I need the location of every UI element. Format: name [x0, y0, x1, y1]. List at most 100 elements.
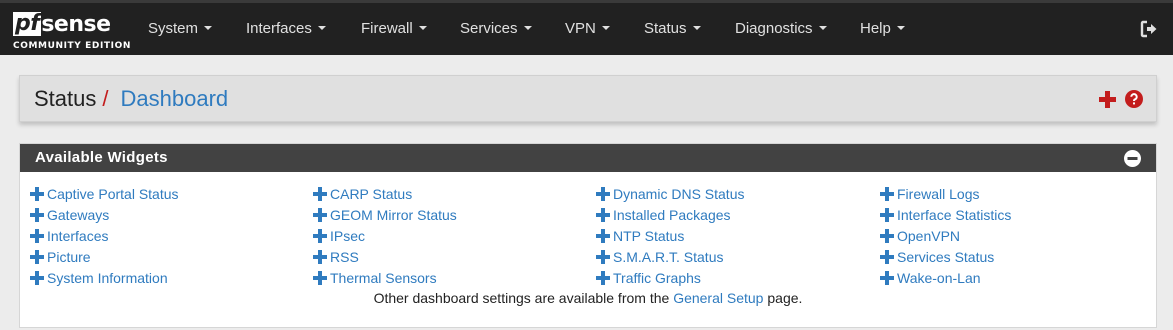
widget-link-thermal-sensors[interactable]: Thermal Sensors — [313, 268, 457, 289]
logo-subtitle: COMMUNITY EDITION — [13, 41, 131, 51]
plus-icon — [880, 271, 894, 285]
widget-label: NTP Status — [613, 228, 685, 244]
nav-label: Status — [644, 20, 687, 37]
nav-diagnostics-menu[interactable]: Diagnostics — [735, 20, 827, 37]
widget-link-openvpn[interactable]: OpenVPN — [880, 226, 1011, 247]
widget-link-gateways[interactable]: Gateways — [30, 205, 179, 226]
widget-label: Interface Statistics — [897, 207, 1012, 223]
caret-down-icon — [896, 26, 905, 30]
plus-icon — [880, 250, 894, 264]
nav-label: Interfaces — [246, 20, 312, 37]
widget-label: Gateways — [47, 207, 110, 223]
widget-link-system-information[interactable]: System Information — [30, 268, 179, 289]
question-circle-icon[interactable] — [1125, 90, 1143, 108]
nav-status-menu[interactable]: Status — [644, 20, 701, 37]
widget-link-firewall-logs[interactable]: Firewall Logs — [880, 184, 1011, 205]
sign-out-icon[interactable] — [1140, 20, 1158, 38]
breadcrumb-panel: Status / Dashboard — [19, 75, 1157, 122]
breadcrumb-current-link[interactable]: Dashboard — [121, 86, 229, 111]
widget-label: Firewall Logs — [897, 186, 980, 202]
caret-down-icon — [692, 26, 701, 30]
nav-label: Help — [860, 20, 891, 37]
plus-icon — [596, 229, 610, 243]
note-text-before: Other dashboard settings are available f… — [373, 290, 670, 306]
breadcrumb: Status / Dashboard — [34, 86, 228, 112]
caret-down-icon — [523, 26, 532, 30]
plus-icon — [30, 271, 44, 285]
nav-interfaces-menu[interactable]: Interfaces — [246, 20, 326, 37]
widget-label: RSS — [330, 249, 359, 265]
widget-link-picture[interactable]: Picture — [30, 247, 179, 268]
nav-label: VPN — [565, 20, 596, 37]
widget-label: Wake-on-Lan — [897, 270, 981, 286]
logo-sense: sense — [41, 12, 111, 37]
plus-icon — [313, 208, 327, 222]
plus-icon — [880, 208, 894, 222]
nav-label: System — [148, 20, 199, 37]
widget-column-3: Dynamic DNS Status Installed Packages NT… — [596, 184, 744, 289]
widget-label: S.M.A.R.T. Status — [613, 249, 724, 265]
widget-column-2: CARP Status GEOM Mirror Status IPsec RSS… — [313, 184, 457, 289]
nav-firewall-menu[interactable]: Firewall — [361, 20, 427, 37]
widget-link-smart-status[interactable]: S.M.A.R.T. Status — [596, 247, 744, 268]
plus-icon — [313, 271, 327, 285]
plus-icon[interactable] — [1099, 91, 1116, 108]
nav-vpn-menu[interactable]: VPN — [565, 20, 610, 37]
nav-system-menu[interactable]: System — [148, 20, 213, 37]
nav-services-menu[interactable]: Services — [460, 20, 532, 37]
widget-link-ipsec[interactable]: IPsec — [313, 226, 457, 247]
plus-icon — [596, 187, 610, 201]
widget-link-interface-statistics[interactable]: Interface Statistics — [880, 205, 1011, 226]
widget-column-1: Captive Portal Status Gateways Interface… — [30, 184, 179, 289]
nav-help-menu[interactable]: Help — [860, 20, 905, 37]
dashboard-settings-note: Other dashboard settings are available f… — [20, 290, 1156, 306]
pfsense-logo[interactable]: pfsense COMMUNITY EDITION — [13, 11, 130, 55]
note-text-after: page. — [767, 290, 803, 306]
plus-icon — [30, 187, 44, 201]
plus-icon — [30, 229, 44, 243]
caret-down-icon — [204, 26, 213, 30]
widget-link-rss[interactable]: RSS — [313, 247, 457, 268]
widget-link-ntp-status[interactable]: NTP Status — [596, 226, 744, 247]
widget-link-installed-packages[interactable]: Installed Packages — [596, 205, 744, 226]
panel-title: Available Widgets — [35, 149, 168, 166]
widget-label: Installed Packages — [613, 207, 731, 223]
nav-label: Diagnostics — [735, 20, 813, 37]
widget-label: Interfaces — [47, 228, 109, 244]
widget-label: CARP Status — [330, 186, 413, 202]
widget-label: Captive Portal Status — [47, 186, 179, 202]
widget-label: Dynamic DNS Status — [613, 186, 745, 202]
breadcrumb-separator: / — [102, 86, 109, 111]
widget-link-dynamic-dns-status[interactable]: Dynamic DNS Status — [596, 184, 744, 205]
panel-heading: Available Widgets — [20, 144, 1156, 172]
plus-icon — [880, 229, 894, 243]
widget-label: System Information — [47, 270, 168, 286]
breadcrumb-parent: Status — [34, 86, 97, 111]
plus-icon — [30, 208, 44, 222]
caret-down-icon — [601, 26, 610, 30]
widget-label: OpenVPN — [897, 228, 961, 244]
widget-link-services-status[interactable]: Services Status — [880, 247, 1011, 268]
widget-link-wake-on-lan[interactable]: Wake-on-Lan — [880, 268, 1011, 289]
widget-label: Services Status — [897, 249, 995, 265]
widget-link-geom-mirror-status[interactable]: GEOM Mirror Status — [313, 205, 457, 226]
general-setup-link[interactable]: General Setup — [673, 290, 763, 306]
plus-icon — [596, 271, 610, 285]
plus-icon — [30, 250, 44, 264]
widget-link-traffic-graphs[interactable]: Traffic Graphs — [596, 268, 744, 289]
minus-circle-icon[interactable] — [1124, 150, 1141, 167]
widget-label: Picture — [47, 249, 91, 265]
plus-icon — [313, 250, 327, 264]
widget-link-captive-portal-status[interactable]: Captive Portal Status — [30, 184, 179, 205]
caret-down-icon — [818, 26, 827, 30]
widget-link-interfaces[interactable]: Interfaces — [30, 226, 179, 247]
plus-icon — [313, 229, 327, 243]
nav-label: Firewall — [361, 20, 413, 37]
caret-down-icon — [418, 26, 427, 30]
nav-label: Services — [460, 20, 518, 37]
logo-wordmark: pfsense — [13, 11, 111, 39]
widget-column-4: Firewall Logs Interface Statistics OpenV… — [880, 184, 1011, 289]
widget-label: Thermal Sensors — [330, 270, 437, 286]
widget-label: Traffic Graphs — [613, 270, 701, 286]
widget-link-carp-status[interactable]: CARP Status — [313, 184, 457, 205]
